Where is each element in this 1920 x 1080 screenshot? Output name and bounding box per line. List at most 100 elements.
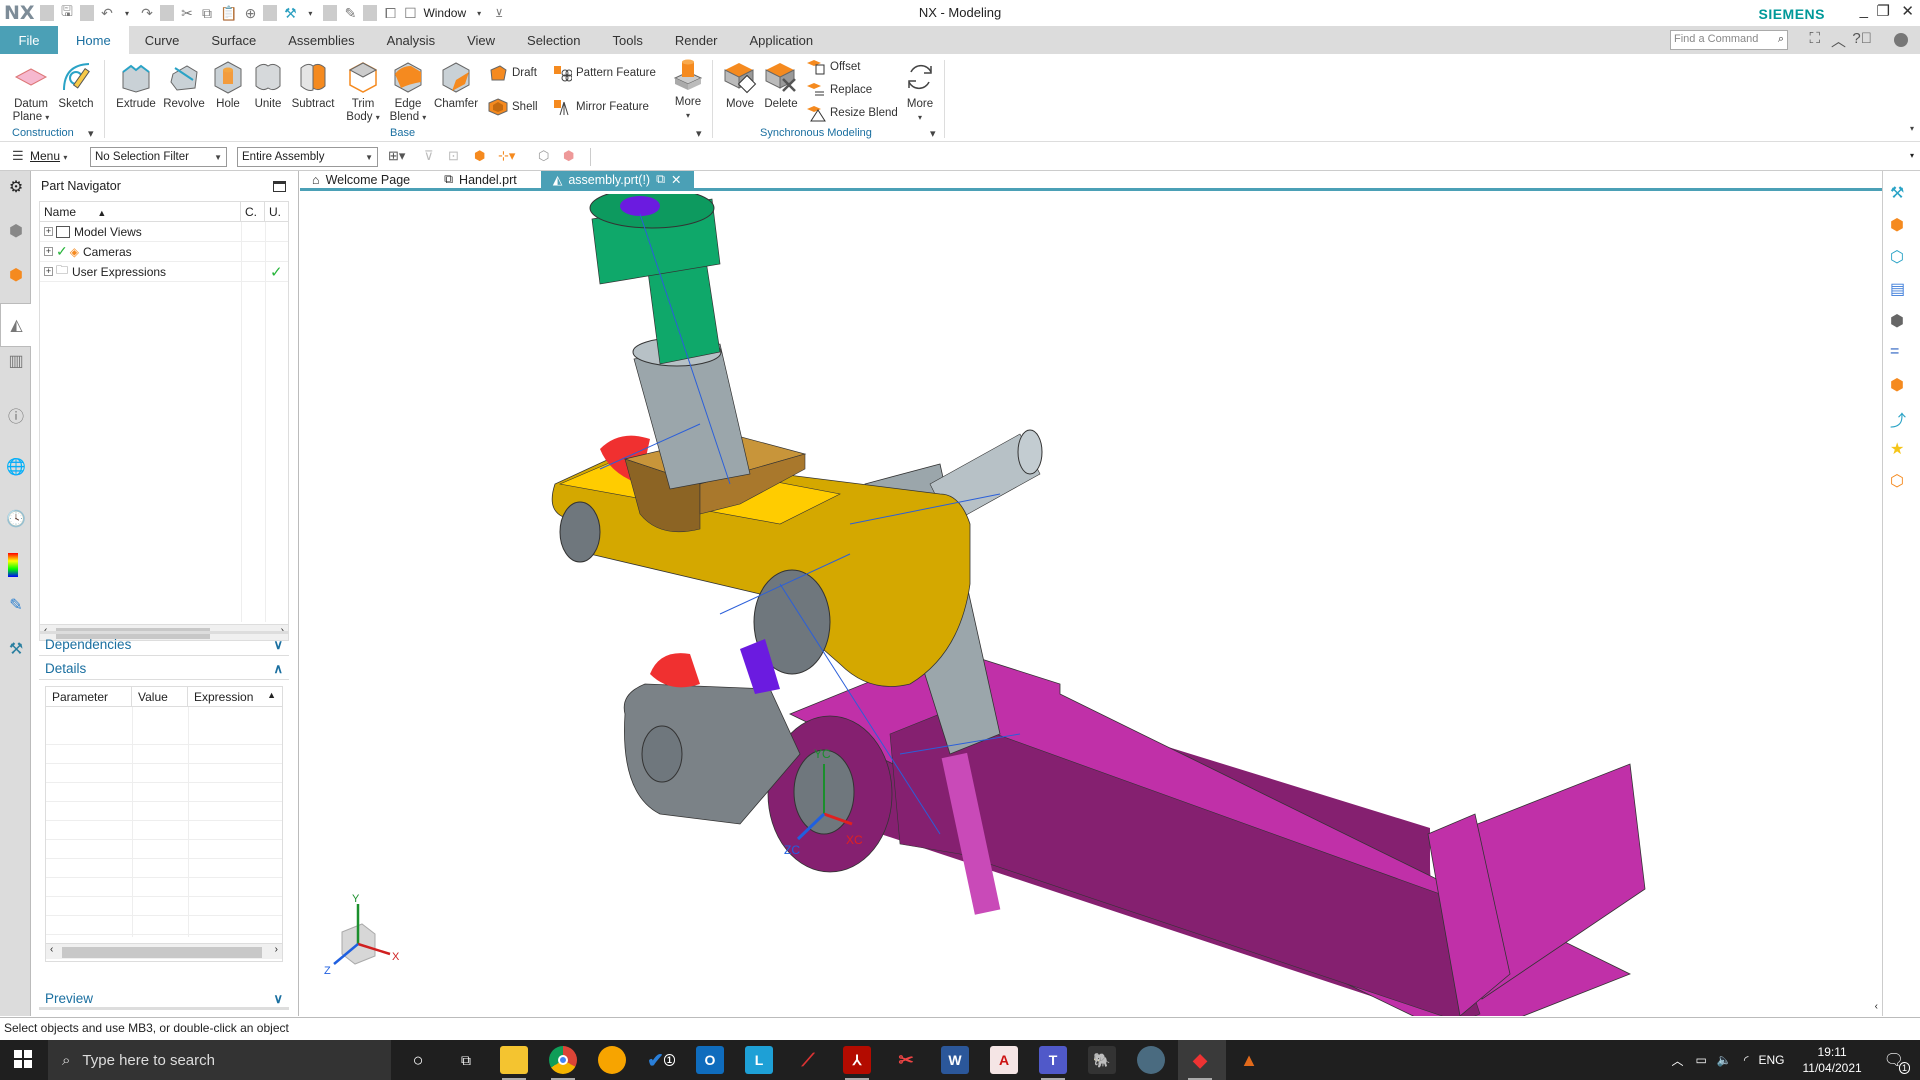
system-visualization-icon[interactable] [8, 553, 18, 577]
process-studio-icon[interactable]: ✎ [4, 593, 28, 617]
feature-tools-icon[interactable]: ⬢ [1890, 215, 1914, 239]
column-header-value[interactable]: Value [132, 687, 188, 707]
mirror-feature-button[interactable]: Mirror Feature [552, 98, 649, 116]
todo-icon[interactable]: ✔ 1 [647, 1046, 675, 1074]
help-icon[interactable]: ?⃝ [1852, 30, 1872, 47]
status-indicator-icon[interactable] [1894, 33, 1908, 47]
volume-icon[interactable]: 🔈 [1717, 1053, 1732, 1067]
tab-welcome-page[interactable]: ⌂ Welcome Page [300, 171, 422, 188]
hole-button[interactable]: Hole [208, 60, 248, 111]
delete-face-button[interactable]: Delete [760, 60, 802, 111]
menu-button[interactable]: Menu ▾ [30, 149, 67, 163]
graphics-window[interactable]: YC XC ZC Y X Z ‹ [300, 187, 1882, 1038]
datum-plane-button[interactable]: Datum Plane ▾ [10, 60, 52, 124]
nx-app-icon[interactable]: ◆ [1186, 1046, 1214, 1074]
sketch-tools-icon[interactable]: ⚒ [1890, 183, 1914, 207]
acrobat-icon[interactable]: ⅄ [843, 1046, 871, 1074]
history-clock-icon[interactable]: 🕓 [4, 507, 28, 531]
tab-surface[interactable]: Surface [195, 26, 272, 54]
replace-face-button[interactable]: Replace [806, 81, 872, 99]
task-view-icon[interactable]: ⧉ [452, 1046, 480, 1074]
close-tab-icon[interactable]: ✕ [671, 172, 681, 187]
file-explorer-icon[interactable] [500, 1046, 528, 1074]
tab-file[interactable]: File [0, 26, 58, 54]
redo-icon[interactable]: ↷ [140, 5, 154, 22]
resize-blend-button[interactable]: Resize Blend [806, 104, 898, 122]
construction-expand-icon[interactable]: ▾ [88, 127, 94, 140]
tab-assembly-prt[interactable]: ◭ assembly.prt(!) ⧉ ✕ [540, 171, 694, 188]
scroll-left-icon[interactable]: ‹ [50, 944, 53, 955]
hole-shortcut-icon[interactable]: ⬡ [1890, 471, 1914, 495]
sync-expand-icon[interactable]: ▾ [930, 127, 936, 140]
more-base-button[interactable]: More ▾ [670, 58, 706, 122]
teams-icon[interactable]: T [1039, 1046, 1067, 1074]
minimize-ribbon-icon[interactable]: ︿ [1831, 30, 1846, 51]
dependencies-panel-header[interactable]: Dependencies ∨ [39, 634, 289, 656]
taskbar-search-box[interactable]: ⌕ Type here to search [48, 1040, 391, 1080]
snipping-tool-icon[interactable]: ✂ [892, 1046, 920, 1074]
window-icon[interactable]: ☐ [403, 5, 417, 22]
autocad-icon[interactable]: A [990, 1046, 1018, 1074]
word-icon[interactable]: W [941, 1046, 969, 1074]
tree-row-user-expressions[interactable]: + 🗀 User Expressions ✓ [40, 262, 288, 282]
column-header-c[interactable]: C. [241, 202, 265, 222]
draft-button[interactable]: Draft [488, 64, 537, 82]
tab-analysis[interactable]: Analysis [371, 26, 451, 54]
revolve-button[interactable]: Revolve [160, 60, 208, 111]
touch-mode-icon[interactable]: ⊕ [243, 5, 257, 22]
outlook-icon[interactable]: O [696, 1046, 724, 1074]
snap-point-icon[interactable]: ⬢ [474, 148, 485, 164]
unite-button[interactable]: Unite [248, 60, 288, 111]
column-header-name[interactable]: Name ▲ [40, 202, 241, 222]
cortana-icon[interactable]: ○ [404, 1046, 432, 1074]
extrude-button[interactable]: Extrude [112, 60, 160, 111]
wifi-icon[interactable]: ◜ [1744, 1053, 1749, 1067]
tools-icon[interactable]: ⚒ [283, 5, 297, 22]
scrollbar-thumb[interactable] [62, 947, 262, 958]
switch-window-icon[interactable]: ⧠ [383, 5, 397, 22]
tab-selection[interactable]: Selection [511, 26, 596, 54]
equals-icon[interactable]: = [1890, 343, 1914, 367]
preview-panel-header[interactable]: Preview ∨ [39, 988, 289, 1010]
search-icon[interactable]: ⌕ [1778, 33, 1784, 47]
pattern-feature-button[interactable]: Pattern Feature [552, 64, 656, 82]
view-scroll-icon[interactable]: ‹ [1875, 1001, 1878, 1012]
web-browser-icon[interactable]: 🌐 [4, 455, 28, 479]
edge-blend-button[interactable]: Edge Blend ▾ [386, 60, 430, 124]
reuse-library-icon[interactable]: ▥ [4, 349, 28, 373]
curve-icon[interactable]: ⤴ [1890, 407, 1914, 431]
cut-icon[interactable]: ✂ [180, 5, 194, 22]
hd3d-tools-icon[interactable]: ⓘ [4, 403, 28, 427]
show-hide-icon[interactable]: ⬡ [538, 148, 549, 164]
notification-center-icon[interactable]: 🗨 1 [1884, 1050, 1910, 1074]
tab-handel-prt[interactable]: ⧉ Handel.prt [432, 171, 529, 188]
shell-button[interactable]: Shell [488, 98, 538, 116]
base-expand-icon[interactable]: ▾ [696, 127, 702, 140]
tree-row-model-views[interactable]: + Model Views [40, 222, 288, 242]
toolbar-options-icon[interactable]: ▾ [1910, 151, 1914, 160]
settings-gear-icon[interactable]: ⚙ [4, 175, 28, 199]
find-command-input[interactable]: Find a Command ⌕ [1670, 30, 1788, 50]
column-header-u[interactable]: U. [265, 202, 289, 222]
details-panel-header[interactable]: Details ∧ [39, 658, 289, 680]
sketch-button[interactable]: Sketch [56, 60, 96, 111]
move-component-icon[interactable]: ⬢ [1890, 375, 1914, 399]
windows-start-icon[interactable] [14, 1050, 32, 1068]
maximize-panel-icon[interactable] [273, 181, 286, 192]
reset-filter-icon[interactable]: ⊽ [424, 148, 434, 164]
window-menu[interactable]: Window [423, 6, 466, 20]
tab-assemblies[interactable]: Assemblies [272, 26, 370, 54]
copy-icon[interactable]: ⧉ [200, 5, 214, 22]
close-button[interactable]: ✕ [1901, 2, 1914, 20]
more-sync-button[interactable]: More ▾ [900, 60, 940, 124]
show-hidden-icons-icon[interactable]: ︿ [1672, 1052, 1684, 1069]
selection-scope-select[interactable]: Entire Assembly ▼ [237, 147, 378, 167]
expand-icon[interactable]: + [44, 247, 53, 256]
restore-button[interactable]: ❐ [1877, 2, 1890, 20]
expand-icon[interactable]: + [44, 227, 53, 236]
constraint-navigator-icon[interactable]: ⬢ [4, 263, 28, 287]
move-face-button[interactable]: Move [720, 60, 760, 111]
favorite-star-icon[interactable]: ★ [1890, 439, 1914, 463]
undo-icon[interactable]: ↶ [100, 5, 114, 22]
tab-home[interactable]: Home [58, 26, 129, 54]
